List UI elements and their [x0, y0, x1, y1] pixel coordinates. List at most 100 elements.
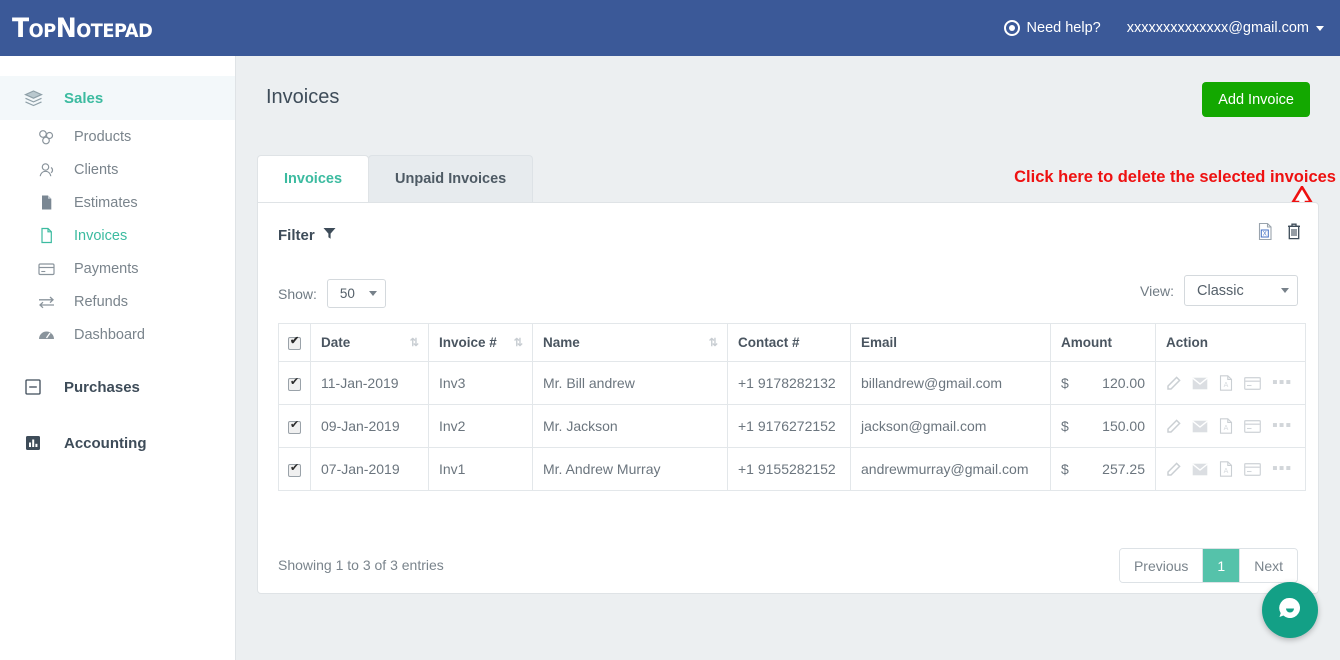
svg-text:X: X: [1262, 231, 1266, 237]
sidebar-navigation: Sales Products Clients: [0, 56, 236, 660]
sidebar-item-clients[interactable]: Clients: [0, 153, 235, 186]
sidebar-section-purchases[interactable]: Purchases: [0, 367, 235, 407]
column-label: Date: [321, 335, 350, 350]
cell-invoice-number: Inv1: [429, 448, 533, 491]
products-icon: [36, 129, 56, 145]
payment-card-icon[interactable]: [1244, 377, 1261, 390]
edit-pencil-icon[interactable]: [1166, 376, 1181, 391]
table-row[interactable]: 07-Jan-2019 Inv1 Mr. Andrew Murray +1 91…: [279, 448, 1306, 491]
sidebar-spacer-1: [0, 351, 235, 367]
account-email-label: xxxxxxxxxxxxxx@gmail.com: [1127, 20, 1309, 36]
show-label: Show:: [278, 286, 317, 302]
account-menu[interactable]: xxxxxxxxxxxxxx@gmail.com: [1127, 20, 1324, 36]
cell-name: Mr. Andrew Murray: [533, 448, 728, 491]
email-envelope-icon[interactable]: [1192, 420, 1208, 433]
main-content-area: Invoices Add Invoice Invoices Unpaid Inv…: [236, 56, 1340, 660]
sidebar-item-label: Refunds: [74, 294, 128, 310]
cell-date: 07-Jan-2019: [311, 448, 429, 491]
delete-trash-icon[interactable]: [1283, 219, 1305, 243]
column-email[interactable]: Email: [851, 324, 1051, 362]
column-label: Contact #: [738, 335, 800, 350]
amount-value: 257.25: [1102, 461, 1145, 477]
email-envelope-icon[interactable]: [1192, 377, 1208, 390]
sidebar-item-label: Payments: [74, 261, 138, 277]
payment-card-icon[interactable]: [1244, 463, 1261, 476]
row-checkbox[interactable]: [288, 421, 301, 434]
pdf-file-icon[interactable]: A: [1219, 418, 1233, 434]
top-header-bar: TopNotepad Need help? xxxxxxxxxxxxxx@gma…: [0, 0, 1340, 56]
view-mode-group: View: Classic: [1140, 275, 1298, 306]
pagination-next[interactable]: Next: [1240, 549, 1297, 582]
sidebar-item-invoices[interactable]: Invoices: [0, 219, 235, 252]
life-ring-icon: [1004, 20, 1020, 36]
app-logo[interactable]: TopNotepad: [12, 13, 152, 44]
table-row[interactable]: 11-Jan-2019 Inv3 Mr. Bill andrew +1 9178…: [279, 362, 1306, 405]
select-all-checkbox[interactable]: [288, 337, 301, 350]
more-dots-icon[interactable]: ▪▪▪: [1272, 378, 1292, 388]
tab-unpaid-invoices[interactable]: Unpaid Invoices: [368, 155, 533, 202]
sidebar-item-dashboard[interactable]: Dashboard: [0, 318, 235, 351]
cell-amount: $ 150.00: [1051, 405, 1156, 448]
column-label: Action: [1166, 335, 1208, 350]
cell-contact: +1 9178282132: [728, 362, 851, 405]
invoices-panel: Filter X: [257, 202, 1319, 594]
more-dots-icon[interactable]: ▪▪▪: [1272, 421, 1292, 431]
row-checkbox[interactable]: [288, 464, 301, 477]
pagination-page-1[interactable]: 1: [1203, 549, 1240, 582]
pagination-previous[interactable]: Previous: [1120, 549, 1203, 582]
sidebar-item-estimates[interactable]: Estimates: [0, 186, 235, 219]
more-dots-icon[interactable]: ▪▪▪: [1272, 464, 1292, 474]
show-entries-select[interactable]: 50: [327, 279, 386, 308]
row-checkbox[interactable]: [288, 378, 301, 391]
sidebar-item-products[interactable]: Products: [0, 120, 235, 153]
column-amount[interactable]: Amount: [1051, 324, 1156, 362]
row-select-cell: [279, 362, 311, 405]
sidebar-section-label: Purchases: [64, 379, 140, 396]
cell-actions: A ▪▪▪: [1156, 405, 1306, 448]
select-all-header: [279, 324, 311, 362]
sidebar-section-sales[interactable]: Sales: [0, 76, 235, 120]
email-envelope-icon[interactable]: [1192, 463, 1208, 476]
add-invoice-button[interactable]: Add Invoice: [1202, 82, 1310, 117]
chevron-down-icon: [369, 291, 377, 296]
filter-label: Filter: [278, 227, 315, 244]
tab-invoices[interactable]: Invoices: [257, 155, 369, 202]
edit-pencil-icon[interactable]: [1166, 462, 1181, 477]
column-name[interactable]: Name ⇅: [533, 324, 728, 362]
sidebar-item-refunds[interactable]: Refunds: [0, 285, 235, 318]
need-help-link[interactable]: Need help?: [1004, 20, 1101, 36]
table-header-row: Date ⇅ Invoice # ⇅ Name ⇅: [279, 324, 1306, 362]
row-select-cell: [279, 405, 311, 448]
pdf-file-icon[interactable]: A: [1219, 375, 1233, 391]
column-invoice-number[interactable]: Invoice # ⇅: [429, 324, 533, 362]
sidebar-item-label: Products: [74, 129, 131, 145]
table-row[interactable]: 09-Jan-2019 Inv2 Mr. Jackson +1 91762721…: [279, 405, 1306, 448]
sidebar-item-payments[interactable]: Payments: [0, 252, 235, 285]
amount-value: 120.00: [1102, 375, 1145, 391]
column-date[interactable]: Date ⇅: [311, 324, 429, 362]
column-label: Invoice #: [439, 335, 497, 350]
annotation-text: Click here to delete the selected invoic…: [1014, 168, 1336, 187]
cell-invoice-number: Inv2: [429, 405, 533, 448]
cell-contact: +1 9155282152: [728, 448, 851, 491]
pdf-file-icon[interactable]: A: [1219, 461, 1233, 477]
sort-arrows-icon: ⇅: [514, 336, 522, 349]
sidebar-section-label: Sales: [64, 90, 103, 107]
chat-widget-button[interactable]: [1262, 582, 1318, 638]
edit-pencil-icon[interactable]: [1166, 419, 1181, 434]
column-action: Action: [1156, 324, 1306, 362]
export-excel-icon[interactable]: X: [1254, 219, 1276, 243]
column-contact[interactable]: Contact #: [728, 324, 851, 362]
svg-text:A: A: [1224, 382, 1229, 389]
column-label: Email: [861, 335, 897, 350]
sort-arrows-icon: ⇅: [709, 336, 717, 349]
payment-card-icon[interactable]: [1244, 420, 1261, 433]
page-title: Invoices: [266, 86, 339, 109]
sidebar-section-accounting[interactable]: Accounting: [0, 423, 235, 463]
row-select-cell: [279, 448, 311, 491]
entries-summary: Showing 1 to 3 of 3 entries: [278, 557, 444, 573]
speedometer-icon: [36, 327, 56, 343]
filter-toggle[interactable]: Filter: [278, 227, 336, 244]
view-mode-select[interactable]: Classic: [1184, 275, 1298, 306]
svg-text:A: A: [1224, 425, 1229, 432]
